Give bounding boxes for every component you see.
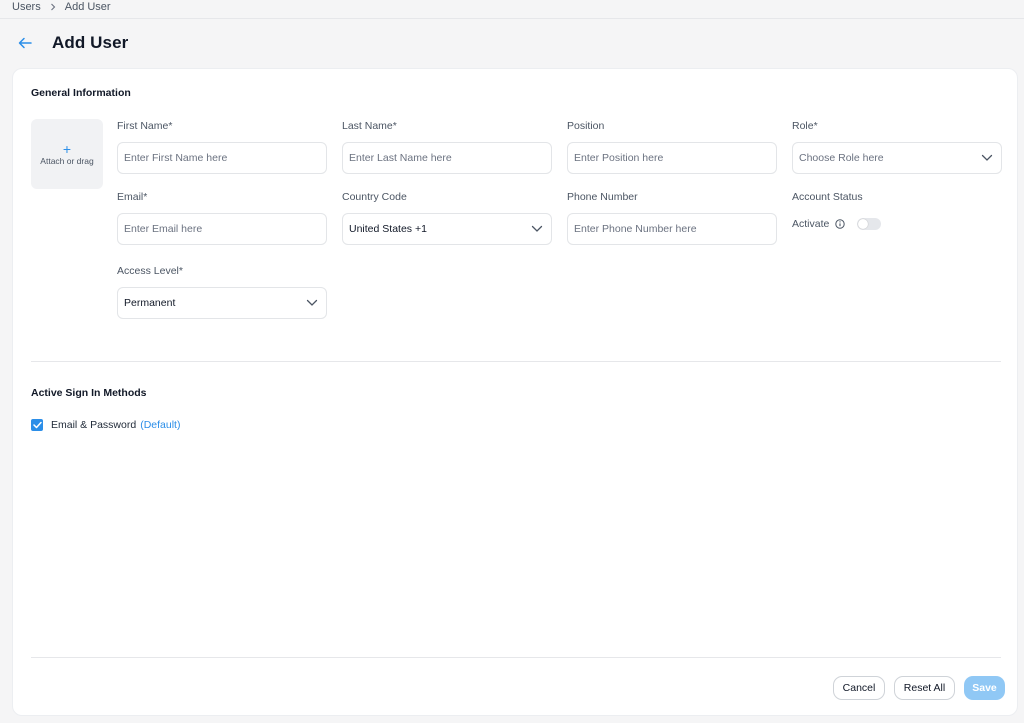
phone-number-field: Phone Number: [567, 190, 777, 245]
position-input[interactable]: [574, 152, 770, 164]
country-code-field: Country Code United States +1: [342, 190, 552, 245]
general-information-title: General Information: [31, 87, 131, 99]
form-actions: Cancel Reset All Save: [833, 676, 1005, 700]
header-divider: [0, 18, 1024, 19]
access-level-value: Permanent: [124, 297, 176, 309]
position-field: Position: [567, 119, 777, 174]
chevron-down-icon: [306, 299, 318, 307]
activate-toggle[interactable]: [857, 218, 882, 230]
first-name-input[interactable]: [124, 152, 320, 164]
access-level-label: Access Level*: [117, 265, 183, 277]
email-field: Email*: [117, 190, 327, 245]
back-button[interactable]: [16, 34, 34, 52]
role-field: Role* Choose Role here: [792, 119, 1002, 174]
role-select[interactable]: Choose Role here: [792, 142, 1002, 174]
country-code-value: United States +1: [349, 223, 427, 235]
last-name-input[interactable]: [349, 152, 545, 164]
account-status-row: Activate: [792, 218, 1002, 230]
save-button[interactable]: Save: [964, 676, 1005, 700]
email-label: Email*: [117, 191, 148, 203]
last-name-field: Last Name*: [342, 119, 552, 174]
sign-in-method-item: Email & Password (Default): [31, 419, 180, 431]
account-status-label: Account Status: [792, 191, 863, 203]
first-name-input-box: [117, 142, 327, 174]
access-level-select[interactable]: Permanent: [117, 287, 327, 319]
last-name-label: Last Name*: [342, 120, 397, 132]
chevron-down-icon: [531, 225, 543, 233]
avatar-upload-dropzone[interactable]: + Attach or drag: [31, 119, 103, 189]
sign-in-method-label: Email & Password: [51, 419, 137, 431]
email-input-box: [117, 213, 327, 245]
upload-label: Attach or drag: [40, 155, 94, 166]
chevron-right-icon: [49, 3, 57, 11]
plus-icon: +: [62, 140, 72, 157]
phone-number-input-box: [567, 213, 777, 245]
arrow-left-icon: [18, 37, 32, 49]
info-circle-icon[interactable]: [835, 219, 846, 229]
position-label: Position: [567, 120, 605, 132]
first-name-field: First Name*: [117, 119, 327, 174]
breadcrumb-current: Add User: [64, 1, 111, 13]
access-level-field: Access Level* Permanent: [117, 264, 327, 319]
page-header: Add User: [16, 33, 128, 53]
first-name-label: First Name*: [117, 120, 173, 132]
add-user-form-card: General Information + Attach or drag Fir…: [12, 68, 1018, 716]
email-input[interactable]: [124, 223, 320, 235]
account-status-field: Account Status Activate: [792, 190, 1002, 230]
activate-label: Activate: [792, 218, 830, 230]
active-sign-in-methods-title: Active Sign In Methods: [31, 387, 147, 399]
country-code-select[interactable]: United States +1: [342, 213, 552, 245]
email-password-checkbox[interactable]: [31, 419, 43, 431]
toggle-knob: [858, 219, 869, 229]
cancel-button[interactable]: Cancel: [833, 676, 885, 700]
default-tag: (Default): [140, 419, 181, 431]
check-icon: [32, 421, 42, 429]
section-divider: [31, 361, 1001, 362]
phone-number-label: Phone Number: [567, 191, 638, 203]
country-code-label: Country Code: [342, 191, 407, 203]
reset-all-button[interactable]: Reset All: [894, 676, 955, 700]
page-title: Add User: [52, 33, 129, 52]
breadcrumb-users-link[interactable]: Users: [12, 1, 41, 13]
breadcrumb: Users Add User: [12, 1, 111, 13]
last-name-input-box: [342, 142, 552, 174]
position-input-box: [567, 142, 777, 174]
phone-number-input[interactable]: [574, 223, 770, 235]
chevron-down-icon: [981, 154, 993, 162]
role-label: Role*: [792, 120, 818, 132]
role-placeholder: Choose Role here: [799, 152, 884, 164]
footer-divider: [31, 657, 1001, 658]
